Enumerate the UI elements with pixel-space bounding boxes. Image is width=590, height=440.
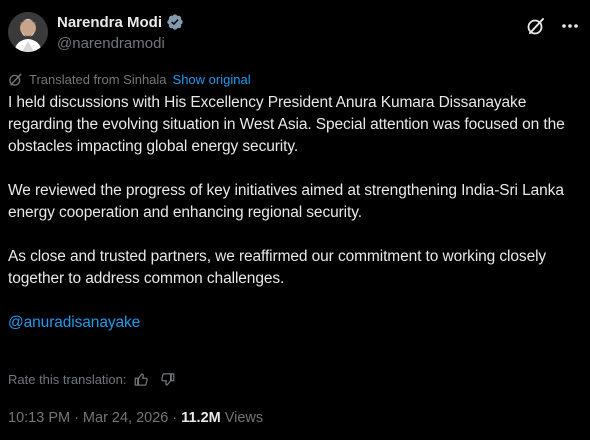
handle[interactable]: @narendramodi xyxy=(57,35,184,53)
avatar-image xyxy=(8,12,48,52)
more-button[interactable] xyxy=(556,12,584,40)
views-count[interactable]: 11.2M xyxy=(181,410,221,426)
show-original-link[interactable]: Show original xyxy=(173,72,251,87)
post-date[interactable]: Mar 24, 2026 xyxy=(83,410,168,426)
grok-translate-icon xyxy=(9,73,22,86)
thumbs-up-icon[interactable] xyxy=(133,370,151,388)
grok-slash-icon xyxy=(527,18,544,35)
thumbs-down-icon[interactable] xyxy=(159,370,177,388)
post-paragraph-1: I held discussions with His Excellency P… xyxy=(8,94,565,155)
grok-button[interactable] xyxy=(522,12,550,40)
rate-translation-label: Rate this translation: xyxy=(8,371,127,387)
post-body: I held discussions with His Excellency P… xyxy=(8,92,582,334)
post-paragraph-3: As close and trusted partners, we reaffi… xyxy=(8,248,547,287)
avatar[interactable] xyxy=(8,12,48,52)
meta-separator: · xyxy=(74,410,79,426)
mention-paragraph: @anuradisanayake xyxy=(8,312,582,334)
meta-separator-2: · xyxy=(172,410,178,426)
more-dots-icon xyxy=(562,24,578,28)
views-label: Views xyxy=(224,410,264,426)
verified-badge-icon[interactable] xyxy=(166,13,184,31)
name-row: Narendra Modi xyxy=(57,12,184,32)
post-paragraph-2: We reviewed the progress of key initiati… xyxy=(8,182,564,221)
post-time[interactable]: 10:13 PM xyxy=(8,410,70,426)
author-block: Narendra Modi @narendramodi xyxy=(57,12,184,53)
post: Narendra Modi @narendramodi Translated f… xyxy=(0,0,590,440)
translation-notice: Translated from Sinhala Show original xyxy=(8,70,251,88)
rate-translation-row: Rate this translation: xyxy=(8,369,177,389)
mention-link[interactable]: @anuradisanayake xyxy=(8,314,140,331)
translated-label: Translated from Sinhala xyxy=(29,71,167,87)
display-name[interactable]: Narendra Modi xyxy=(57,14,162,31)
post-meta: 10:13 PM · Mar 24, 2026 · 11.2M Views xyxy=(8,408,263,428)
